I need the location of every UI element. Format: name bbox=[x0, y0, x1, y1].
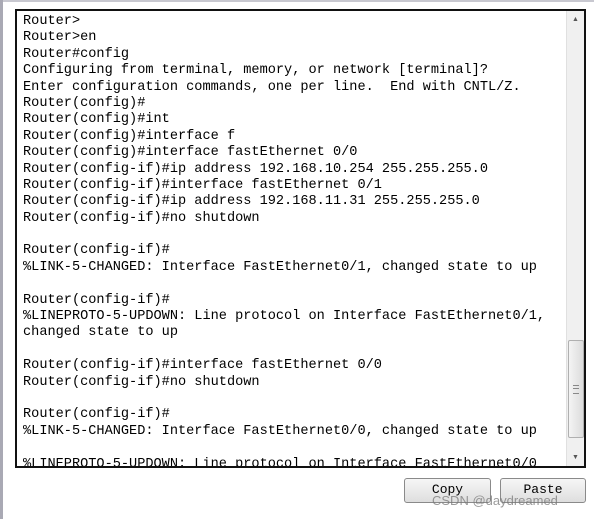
window-frame-left bbox=[0, 0, 3, 519]
vertical-scrollbar[interactable]: ▲ ▼ bbox=[566, 11, 584, 466]
grip-icon bbox=[573, 385, 579, 394]
terminal-line: %LINK-5-CHANGED: Interface FastEthernet0… bbox=[23, 259, 537, 275]
terminal-output[interactable]: Router> Router>en Router#config Configuring… bbox=[15, 9, 586, 468]
terminal-line: Router(config-if)# bbox=[23, 407, 170, 423]
terminal-line: Router(config-if)#interface fastEthernet… bbox=[23, 358, 382, 374]
watermark: CSDN @daydreamed bbox=[432, 493, 558, 508]
terminal-line: Router(config-if)#no shutdown bbox=[23, 210, 260, 226]
terminal-line: Router(config-if)#ip address 192.168.10.… bbox=[23, 161, 488, 177]
terminal-line: Enter configuration commands, one per li… bbox=[23, 79, 521, 95]
terminal-line: Router(config)#int bbox=[23, 112, 170, 128]
terminal-line: Router(config)#interface fastEthernet 0/… bbox=[23, 145, 358, 161]
scroll-down-arrow-icon[interactable]: ▼ bbox=[567, 449, 584, 466]
terminal-line: Router(config-if)#interface fastEthernet… bbox=[23, 177, 382, 193]
terminal-line: %LINK-5-CHANGED: Interface FastEthernet0… bbox=[23, 423, 537, 439]
terminal-line: Router(config)#interface f bbox=[23, 128, 236, 144]
window-frame-top bbox=[0, 0, 594, 2]
terminal-line: Router(config-if)#ip address 192.168.11.… bbox=[23, 194, 480, 210]
terminal-line: Configuring from terminal, memory, or ne… bbox=[23, 63, 488, 79]
terminal-line: Router> bbox=[23, 14, 81, 29]
terminal-line: Router>en bbox=[23, 30, 97, 46]
terminal-line: Router(config-if)# bbox=[23, 243, 170, 259]
terminal-line: %LINEPROTO-5-UPDOWN: Line protocol on In… bbox=[23, 456, 537, 468]
scrollbar-thumb[interactable] bbox=[568, 340, 584, 438]
terminal-line: Router(config-if)#no shutdown bbox=[23, 374, 260, 390]
terminal-line: %LINEPROTO-5-UPDOWN: Line protocol on In… bbox=[23, 309, 546, 325]
terminal-line: changed state to up bbox=[23, 325, 178, 341]
terminal-line: Router#config bbox=[23, 46, 130, 62]
terminal-line: Router(config)# bbox=[23, 95, 146, 111]
terminal-line: Router(config-if)# bbox=[23, 292, 170, 308]
terminal-lines: Router> Router>en Router#config Configuring… bbox=[23, 14, 563, 468]
scroll-up-arrow-icon[interactable]: ▲ bbox=[567, 11, 584, 28]
